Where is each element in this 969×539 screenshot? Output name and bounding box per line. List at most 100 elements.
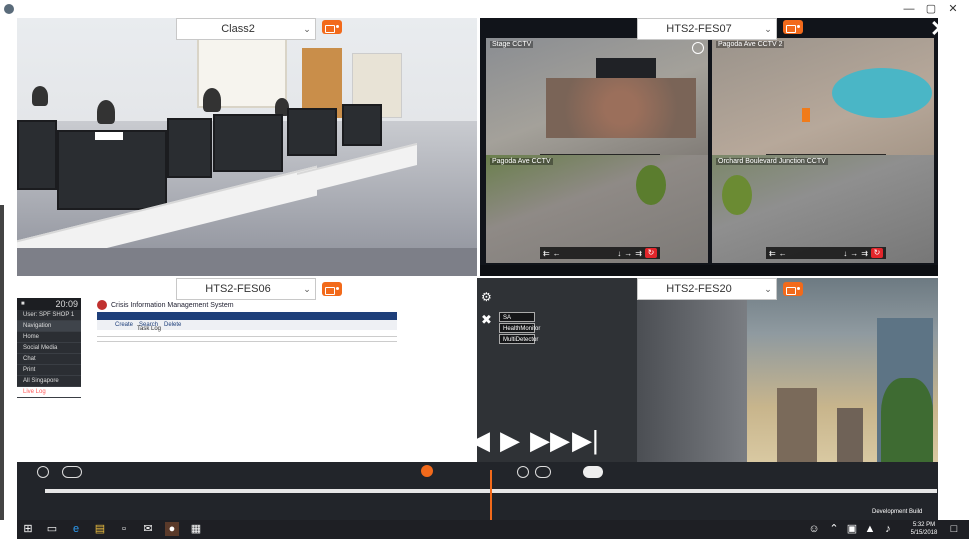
cims-nav-item[interactable]: Chat bbox=[17, 354, 81, 365]
store-icon[interactable]: ▫ bbox=[117, 522, 131, 536]
start-icon[interactable]: ⊞ bbox=[21, 522, 35, 536]
camera-label: Stage CCTV bbox=[490, 41, 534, 48]
mail-icon[interactable]: ✉ bbox=[141, 522, 155, 536]
monitor bbox=[287, 108, 337, 156]
marker-dot[interactable] bbox=[37, 466, 49, 478]
people-icon[interactable]: ☺ bbox=[807, 522, 821, 536]
camera-controls: ⇇← ↓→⇉ ↻ bbox=[766, 247, 886, 259]
drone-icon[interactable]: ⚙ bbox=[481, 290, 492, 304]
volume-icon[interactable]: ♪ bbox=[881, 522, 895, 536]
down-icon[interactable]: ↓ bbox=[843, 249, 847, 258]
cims-feed: ■ 20:09 User: SPF SHOP 1 Navigation Home… bbox=[17, 278, 477, 463]
cims-nav-item[interactable]: All Singapore bbox=[17, 376, 81, 387]
pan-right-icon[interactable]: ⇉ bbox=[635, 249, 642, 258]
monitor bbox=[342, 104, 382, 146]
cims-tab[interactable]: Delete bbox=[164, 322, 181, 328]
down-icon[interactable]: ↓ bbox=[617, 249, 621, 258]
fire bbox=[802, 108, 810, 122]
rewind-icon[interactable]: ◀ bbox=[470, 427, 490, 453]
edge-icon[interactable]: e bbox=[69, 522, 83, 536]
cims-table-title: Task Log bbox=[137, 326, 162, 332]
pan-left-icon[interactable]: ⇇ bbox=[769, 249, 776, 258]
tree bbox=[636, 165, 666, 205]
task-view-icon[interactable]: ▭ bbox=[45, 522, 59, 536]
source-select-label: Class2 bbox=[221, 23, 255, 35]
right-arrow-icon[interactable]: → bbox=[850, 249, 858, 258]
maximize-button[interactable]: ▢ bbox=[922, 2, 940, 16]
person bbox=[97, 100, 115, 124]
fast-forward-icon[interactable]: ▶▶ bbox=[530, 427, 570, 453]
cims-nav-item[interactable]: Home bbox=[17, 332, 81, 343]
monitor bbox=[213, 114, 283, 172]
taskbar-clock[interactable]: 5:32 PM 5/15/2018 bbox=[907, 521, 941, 537]
battery-icon[interactable]: ▣ bbox=[845, 522, 859, 536]
radio-icon[interactable] bbox=[783, 282, 803, 296]
name-card bbox=[95, 132, 123, 140]
radio-icon[interactable] bbox=[783, 20, 803, 34]
chevron-down-icon: ⌄ bbox=[764, 283, 772, 294]
marker-pill[interactable] bbox=[62, 466, 82, 478]
cctv-camera-stage: Stage CCTV ⇇← ↓→⇉ ↻ bbox=[486, 38, 708, 170]
person bbox=[32, 86, 48, 106]
app-icon[interactable]: ▦ bbox=[189, 522, 203, 536]
pan-right-icon[interactable]: ⇉ bbox=[861, 249, 868, 258]
cims-sidebar: ■ 20:09 User: SPF SHOP 1 Navigation Home… bbox=[17, 298, 81, 398]
source-select-bottom-right[interactable]: HTS2-FES20 ⌄ bbox=[637, 278, 777, 300]
cims-nav-item[interactable]: Live Log bbox=[17, 387, 81, 398]
chevron-up-icon[interactable]: ⌃ bbox=[827, 522, 841, 536]
app-icon[interactable]: ● bbox=[165, 522, 179, 536]
marker-pill[interactable] bbox=[535, 466, 551, 478]
close-button[interactable]: ✕ bbox=[944, 2, 962, 16]
cctv-camera-2: Pagoda Ave CCTV 2 ⇇← ↓→⇉ ↻ bbox=[712, 38, 934, 170]
dev-watermark: Development Build bbox=[872, 509, 923, 515]
app-icon bbox=[4, 4, 14, 14]
radio-icon[interactable] bbox=[322, 282, 342, 296]
left-arrow-icon[interactable]: ← bbox=[553, 249, 561, 258]
menu-item-sa[interactable]: SA bbox=[499, 312, 535, 322]
tree bbox=[881, 378, 933, 463]
remote-taskbar bbox=[480, 265, 938, 276]
taskbar: ⊞ ▭ e ▤ ▫ ✉ ● ▦ ☺ ⌃ ▣ ▲ ♪ 5:32 PM 5/15/2… bbox=[17, 520, 969, 539]
source-select-label: HTS2-FES20 bbox=[666, 283, 732, 295]
left-arrow-icon[interactable]: ← bbox=[779, 249, 787, 258]
tree bbox=[722, 175, 752, 215]
reset-icon[interactable]: ↻ bbox=[871, 248, 883, 258]
cims-nav-title: Navigation bbox=[17, 321, 81, 332]
tools-icon[interactable]: ✖ bbox=[481, 312, 492, 328]
playhead-marker[interactable] bbox=[421, 465, 433, 477]
cims-logo-icon bbox=[97, 300, 107, 310]
source-select-top-right[interactable]: HTS2-FES07 ⌄ bbox=[637, 18, 777, 40]
classroom-feed bbox=[17, 18, 477, 276]
notification-icon[interactable]: □ bbox=[947, 522, 961, 536]
camera-label: Pagoda Ave CCTV 2 bbox=[716, 41, 785, 48]
cims-banner bbox=[97, 312, 397, 320]
network-icon[interactable]: ▲ bbox=[863, 522, 877, 536]
minimize-button[interactable]: — bbox=[900, 2, 918, 16]
source-select-bottom-left[interactable]: HTS2-FES06 ⌄ bbox=[176, 278, 316, 300]
pan-left-icon[interactable]: ⇇ bbox=[543, 249, 550, 258]
play-icon[interactable]: ▶ bbox=[500, 427, 520, 453]
reset-icon[interactable]: ↻ bbox=[645, 248, 657, 258]
marker-pill-filled[interactable] bbox=[583, 466, 603, 478]
camera-label: Pagoda Ave CCTV bbox=[490, 158, 553, 165]
source-select-label: HTS2-FES06 bbox=[205, 283, 271, 295]
cims-nav-item[interactable]: Social Media bbox=[17, 343, 81, 354]
close-overlay-icon[interactable]: ✕ bbox=[930, 16, 948, 42]
chevron-down-icon: ⌄ bbox=[303, 23, 311, 34]
cims-tab[interactable]: Create bbox=[115, 322, 133, 328]
timeline-cursor[interactable] bbox=[490, 470, 492, 520]
marker-dot[interactable] bbox=[517, 466, 529, 478]
source-select-top-left[interactable]: Class2 ⌄ bbox=[176, 18, 316, 40]
cims-nav-item[interactable]: Print bbox=[17, 365, 81, 376]
skip-forward-icon[interactable]: ▶| bbox=[572, 427, 599, 453]
menu-item-health[interactable]: HealthMonitor bbox=[499, 323, 540, 333]
taskbar-date: 5/15/2018 bbox=[910, 530, 938, 536]
zoom-icon[interactable] bbox=[692, 42, 704, 54]
right-arrow-icon[interactable]: → bbox=[624, 249, 632, 258]
camera-label: Orchard Boulevard Junction CCTV bbox=[716, 158, 828, 165]
person bbox=[203, 88, 221, 112]
chevron-down-icon: ⌄ bbox=[303, 283, 311, 294]
radio-icon[interactable] bbox=[322, 20, 342, 34]
menu-item-detector[interactable]: MultiDetector bbox=[499, 334, 538, 344]
folder-icon[interactable]: ▤ bbox=[93, 522, 107, 536]
